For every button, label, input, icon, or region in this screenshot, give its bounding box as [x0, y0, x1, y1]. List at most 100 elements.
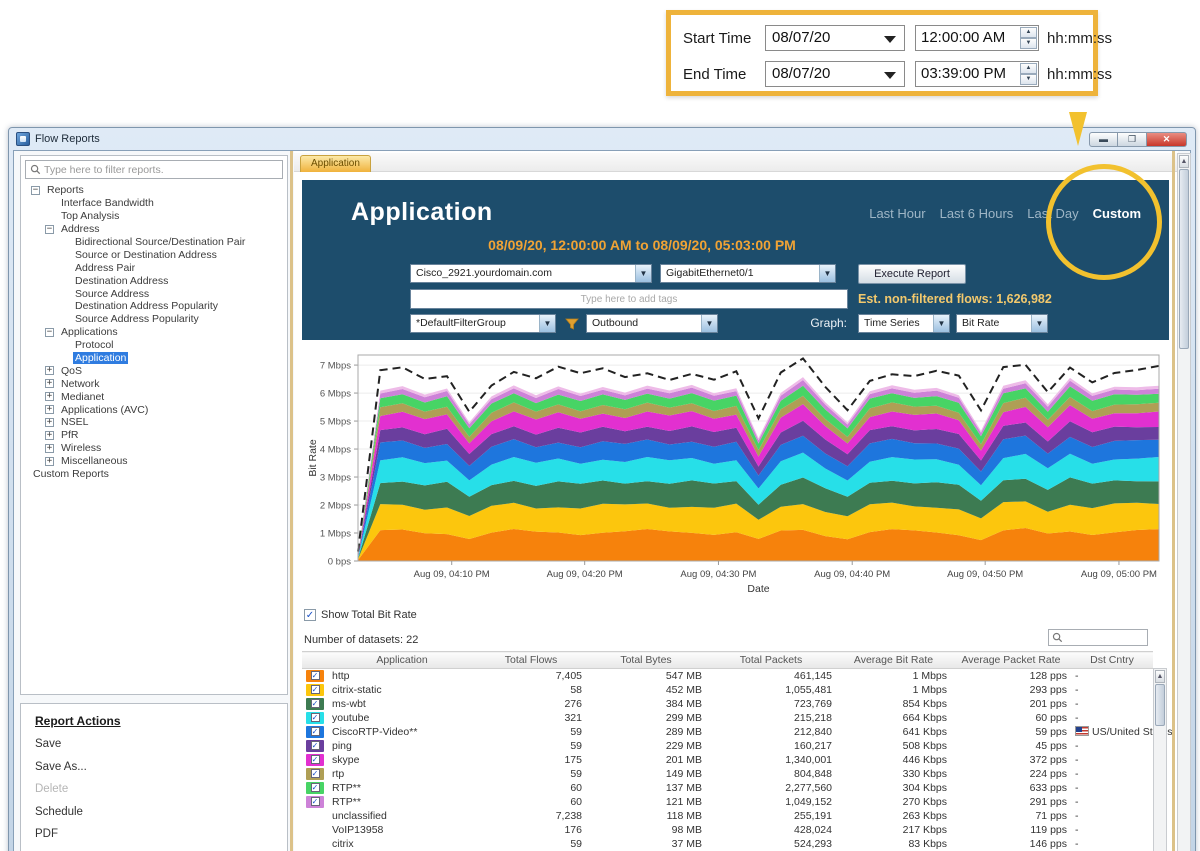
column-header-average-bit-rate[interactable]: Average Bit Rate: [836, 652, 951, 669]
tree-item-protocol[interactable]: Protocol: [23, 339, 285, 352]
collapse-icon[interactable]: −: [45, 328, 54, 337]
tree-item-destination-address[interactable]: Destination Address: [23, 274, 285, 287]
collapse-icon[interactable]: −: [31, 186, 40, 195]
expand-icon[interactable]: +: [45, 457, 54, 466]
table-row[interactable]: ✓RTP**60121 MB1,049,152270 Kbps291 pps-: [302, 795, 1153, 809]
window-titlebar[interactable]: Flow Reports ▬ ❐ ✕: [9, 128, 1195, 150]
chevron-down-icon[interactable]: ▼: [539, 315, 555, 332]
tab-application[interactable]: Application: [300, 155, 371, 172]
expand-icon[interactable]: +: [45, 431, 54, 440]
column-header-total-bytes[interactable]: Total Bytes: [586, 652, 706, 669]
tree-item-wireless[interactable]: +Wireless: [23, 442, 285, 455]
expand-icon[interactable]: +: [45, 405, 54, 414]
table-row[interactable]: ✓rtp59149 MB804,848330 Kbps224 pps-: [302, 767, 1153, 781]
start-time-field[interactable]: 12:00:00 AM ▲▼: [915, 25, 1039, 51]
source-interface-dropdown[interactable]: GigabitEthernet0/1▼: [660, 264, 836, 283]
series-visible-checkbox[interactable]: ✓: [311, 769, 320, 778]
column-header-dst-cntry[interactable]: Dst Cntry: [1071, 652, 1153, 669]
close-button[interactable]: ✕: [1147, 132, 1187, 147]
tree-item-custom-reports[interactable]: Custom Reports: [23, 468, 285, 481]
column-header-total-flows[interactable]: Total Flows: [476, 652, 586, 669]
filter-group-dropdown[interactable]: *DefaultFilterGroup▼: [410, 314, 556, 333]
scroll-up-icon[interactable]: ▲: [1155, 670, 1165, 683]
table-row[interactable]: VoIP1395817698 MB428,024217 Kbps119 pps-: [302, 823, 1153, 837]
tree-item-nsel[interactable]: +NSEL: [23, 416, 285, 429]
dropdown-arrow-icon[interactable]: [884, 36, 896, 43]
time-spinner[interactable]: ▲▼: [1020, 27, 1037, 49]
column-header-application[interactable]: Application: [328, 652, 476, 669]
range-link-custom[interactable]: Custom: [1093, 206, 1141, 221]
source-device-dropdown[interactable]: Cisco_2921.yourdomain.com▼: [410, 264, 652, 283]
chevron-down-icon[interactable]: ▼: [933, 315, 949, 332]
table-row[interactable]: ✓ping59229 MB160,217508 Kbps45 pps-: [302, 739, 1153, 753]
chevron-down-icon[interactable]: ▼: [1031, 315, 1047, 332]
table-row[interactable]: ✓RTP**60137 MB2,277,560304 Kbps633 pps-: [302, 781, 1153, 795]
column-header-average-packet-rate[interactable]: Average Packet Rate: [951, 652, 1071, 669]
spin-up-icon[interactable]: ▲: [1020, 63, 1037, 74]
expand-icon[interactable]: +: [45, 379, 54, 388]
tree-item-source-address[interactable]: Source Address: [23, 287, 285, 300]
table-row[interactable]: ✓http7,405547 MB461,1451 Mbps128 pps-: [302, 669, 1153, 683]
end-date-dropdown[interactable]: 08/07/20: [765, 61, 905, 87]
column-header-total-packets[interactable]: Total Packets: [706, 652, 836, 669]
series-visible-checkbox[interactable]: ✓: [311, 671, 320, 680]
action-pdf[interactable]: PDF: [35, 828, 287, 851]
table-row[interactable]: ✓CiscoRTP-Video**59289 MB212,840641 Kbps…: [302, 725, 1153, 739]
tree-item-pfr[interactable]: +PfR: [23, 429, 285, 442]
action-save-as-[interactable]: Save As...: [35, 761, 287, 784]
table-row[interactable]: ✓skype175201 MB1,340,001446 Kbps372 pps-: [302, 753, 1153, 767]
execute-report-button[interactable]: Execute Report: [858, 264, 966, 284]
series-visible-checkbox[interactable]: ✓: [311, 783, 320, 792]
spin-down-icon[interactable]: ▼: [1020, 74, 1037, 85]
spin-down-icon[interactable]: ▼: [1020, 38, 1037, 49]
series-visible-checkbox[interactable]: ✓: [311, 741, 320, 750]
tree-item-application[interactable]: Application: [23, 352, 285, 365]
maximize-button[interactable]: ❐: [1118, 132, 1147, 147]
tree-item-applications-avc-[interactable]: +Applications (AVC): [23, 403, 285, 416]
tree-item-qos[interactable]: +QoS: [23, 364, 285, 377]
tree-item-top-analysis[interactable]: Top Analysis: [23, 210, 285, 223]
report-filter-searchbox[interactable]: [25, 160, 283, 179]
end-time-field[interactable]: 03:39:00 PM ▲▼: [915, 61, 1039, 87]
sidebar-splitter[interactable]: [290, 151, 293, 851]
chevron-down-icon[interactable]: ▼: [819, 265, 835, 282]
series-visible-checkbox[interactable]: ✓: [311, 727, 320, 736]
tree-item-medianet[interactable]: +Medianet: [23, 390, 285, 403]
minimize-button[interactable]: ▬: [1089, 132, 1118, 147]
tree-item-miscellaneous[interactable]: +Miscellaneous: [23, 455, 285, 468]
expand-icon[interactable]: +: [45, 392, 54, 401]
action-schedule[interactable]: Schedule: [35, 806, 287, 829]
tree-item-source-address-popularity[interactable]: Source Address Popularity: [23, 313, 285, 326]
tree-item-address[interactable]: −Address: [23, 223, 285, 236]
spin-up-icon[interactable]: ▲: [1020, 27, 1037, 38]
action-save[interactable]: Save: [35, 738, 287, 761]
scroll-thumb[interactable]: [1155, 684, 1165, 726]
start-date-dropdown[interactable]: 08/07/20: [765, 25, 905, 51]
graph-metric-dropdown[interactable]: Bit Rate▼: [956, 314, 1048, 333]
tree-item-reports[interactable]: −Reports: [23, 184, 285, 197]
show-total-checkbox[interactable]: ✓: [304, 609, 316, 621]
tree-item-source-or-destination-address[interactable]: Source or Destination Address: [23, 248, 285, 261]
series-visible-checkbox[interactable]: ✓: [311, 685, 320, 694]
series-visible-checkbox[interactable]: ✓: [311, 699, 320, 708]
collapse-icon[interactable]: −: [45, 225, 54, 234]
tags-input[interactable]: [410, 289, 848, 309]
tree-item-bidirectional-source-destination-pair[interactable]: Bidirectional Source/Destination Pair: [23, 236, 285, 249]
direction-dropdown[interactable]: Outbound▼: [586, 314, 718, 333]
series-visible-checkbox[interactable]: ✓: [311, 755, 320, 764]
scroll-thumb[interactable]: [1179, 169, 1189, 349]
chevron-down-icon[interactable]: ▼: [701, 315, 717, 332]
filter-funnel-icon[interactable]: [564, 316, 580, 332]
tree-item-destination-address-popularity[interactable]: Destination Address Popularity: [23, 300, 285, 313]
expand-icon[interactable]: +: [45, 366, 54, 375]
series-visible-checkbox[interactable]: ✓: [311, 713, 320, 722]
table-searchbox[interactable]: [1048, 629, 1148, 646]
scroll-up-icon[interactable]: ▲: [1179, 155, 1189, 168]
chevron-down-icon[interactable]: ▼: [635, 265, 651, 282]
tree-item-address-pair[interactable]: Address Pair: [23, 261, 285, 274]
search-input[interactable]: [44, 164, 278, 176]
tree-item-network[interactable]: +Network: [23, 377, 285, 390]
expand-icon[interactable]: +: [45, 418, 54, 427]
range-link-last-hour[interactable]: Last Hour: [869, 206, 925, 221]
dropdown-arrow-icon[interactable]: [884, 72, 896, 79]
